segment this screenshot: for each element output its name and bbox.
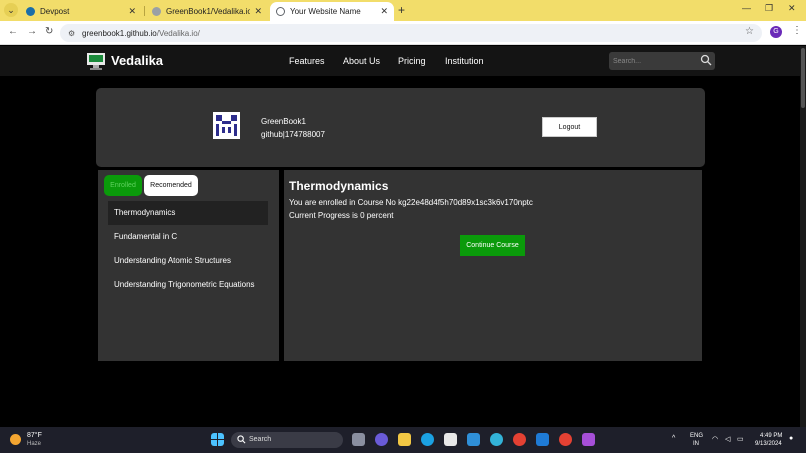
close-tab-icon[interactable]: ✕	[254, 6, 262, 17]
battery-icon[interactable]: ▭	[737, 435, 744, 443]
brand-name[interactable]: Vedalika	[111, 53, 163, 68]
progress-info: Current Progress is 0 percent	[289, 211, 394, 220]
vpn-icon[interactable]	[490, 433, 503, 446]
browser-tab-devpost[interactable]: Devpost ✕	[20, 2, 142, 21]
bookmark-star-icon[interactable]: ☆	[745, 26, 754, 37]
new-tab-icon[interactable]: +	[398, 3, 405, 17]
course-list-panel: Enrolled Recomended Thermodynamics Funda…	[98, 170, 279, 361]
app-icon[interactable]	[582, 433, 595, 446]
back-arrow-icon[interactable]: ←	[8, 26, 18, 37]
site-info-icon[interactable]: ⚙	[68, 29, 76, 38]
course-item[interactable]: Understanding Atomic Structures	[108, 249, 268, 273]
close-window-icon[interactable]: ✕	[788, 3, 796, 14]
browser-tab-strip: ⌄ Devpost ✕ GreenBook1/Vedalika.io ✕ You…	[0, 0, 806, 21]
task-view-icon[interactable]	[352, 433, 365, 446]
tray-overflow-icon[interactable]: ^	[672, 435, 675, 442]
browser-toolbar: ← → ↻ ⚙ greenbook1.github.io/Vedalika.io…	[0, 21, 806, 45]
site-search-input[interactable]	[613, 55, 693, 67]
tab-title: GreenBook1/Vedalika.io	[166, 7, 251, 16]
browser-menu-icon[interactable]: ⋮	[792, 25, 802, 36]
site-navbar: Vedalika Features About Us Pricing Insti…	[0, 46, 806, 76]
logout-button[interactable]: Logout	[542, 117, 597, 137]
enrollment-info: You are enrolled in Course No kg22e48d4f…	[289, 198, 533, 207]
course-item[interactable]: Understanding Trigonometric Equations	[108, 273, 278, 297]
address-bar[interactable]: ⚙ greenbook1.github.io/Vedalika.io/ ☆	[60, 24, 762, 42]
user-github-id: github|174788007	[261, 130, 325, 139]
user-profile-card: GreenBook1 github|174788007 Logout	[96, 88, 705, 167]
windows-taskbar: 87°F Haze Search ^ ENG IN ◠ ◁ ▭ 4:49 PM …	[0, 427, 806, 453]
course-item-selected[interactable]: Thermodynamics	[108, 201, 268, 225]
taskbar-search[interactable]: Search	[231, 432, 343, 448]
copilot-icon[interactable]	[375, 433, 388, 446]
tab-enrolled[interactable]: Enrolled	[104, 175, 142, 196]
website-viewport: Vedalika Features About Us Pricing Insti…	[0, 46, 806, 427]
nav-link-features[interactable]: Features	[289, 56, 325, 66]
language-region: IN	[693, 441, 699, 447]
url-path: /Vedalika.io/	[156, 28, 200, 38]
minimize-icon[interactable]: —	[742, 3, 751, 13]
site-search-box	[609, 52, 715, 70]
nav-link-institution[interactable]: Institution	[445, 56, 484, 66]
restore-icon[interactable]: ❐	[765, 3, 773, 14]
notification-bell-icon[interactable]: ●	[789, 435, 793, 442]
devpost-favicon-icon	[26, 7, 35, 16]
close-tab-icon[interactable]: ✕	[128, 6, 136, 17]
page-scrollbar[interactable]	[800, 46, 806, 427]
vscode-icon[interactable]	[536, 433, 549, 446]
search-favicon-icon	[276, 7, 285, 16]
tab-divider	[144, 6, 145, 16]
browser-tab-active[interactable]: Your Website Name ✕	[270, 2, 394, 21]
user-name: GreenBook1	[261, 117, 306, 126]
tab-title: Devpost	[40, 7, 70, 16]
nav-link-about-us[interactable]: About Us	[343, 56, 380, 66]
clock-time[interactable]: 4:49 PM	[760, 433, 782, 439]
language-indicator[interactable]: ENG	[690, 433, 703, 439]
chrome-profile-icon[interactable]	[559, 433, 572, 446]
scrollbar-thumb[interactable]	[801, 48, 805, 108]
course-detail-panel: Thermodynamics You are enrolled in Cours…	[284, 170, 702, 361]
windows-start-icon[interactable]	[211, 433, 224, 446]
tab-title: Your Website Name	[290, 7, 361, 16]
browser-tab-github[interactable]: GreenBook1/Vedalika.io ✕	[146, 2, 268, 21]
taskbar-search-label: Search	[249, 436, 272, 443]
weather-sun-icon[interactable]	[10, 434, 21, 445]
edge-icon[interactable]	[421, 433, 434, 446]
tab-search-dropdown-icon[interactable]: ⌄	[4, 3, 18, 17]
tab-recommended[interactable]: Recomended	[144, 175, 198, 196]
nav-link-pricing[interactable]: Pricing	[398, 56, 426, 66]
file-explorer-icon[interactable]	[398, 433, 411, 446]
mail-icon[interactable]	[467, 433, 480, 446]
volume-icon[interactable]: ◁	[725, 435, 730, 443]
chrome-icon[interactable]	[513, 433, 526, 446]
vedalika-logo-icon	[87, 53, 105, 70]
profile-avatar[interactable]: G	[770, 26, 782, 38]
wifi-icon[interactable]: ◠	[712, 435, 718, 443]
close-tab-icon[interactable]: ✕	[380, 6, 388, 17]
weather-temp: 87°F	[27, 432, 42, 439]
course-item[interactable]: Fundamental in C	[108, 225, 268, 249]
weather-desc: Haze	[27, 441, 42, 447]
search-icon	[237, 435, 246, 444]
reload-icon[interactable]: ↻	[45, 26, 53, 37]
search-icon[interactable]	[700, 54, 712, 66]
clock-date[interactable]: 9/13/2024	[755, 441, 782, 447]
url-host: greenbook1.github.io	[82, 28, 157, 38]
forward-arrow-icon[interactable]: →	[27, 26, 37, 37]
course-title: Thermodynamics	[289, 179, 389, 193]
continue-course-button[interactable]: Continue Course	[460, 235, 525, 256]
user-avatar	[213, 112, 240, 139]
page-favicon-icon	[152, 7, 161, 16]
store-icon[interactable]	[444, 433, 457, 446]
